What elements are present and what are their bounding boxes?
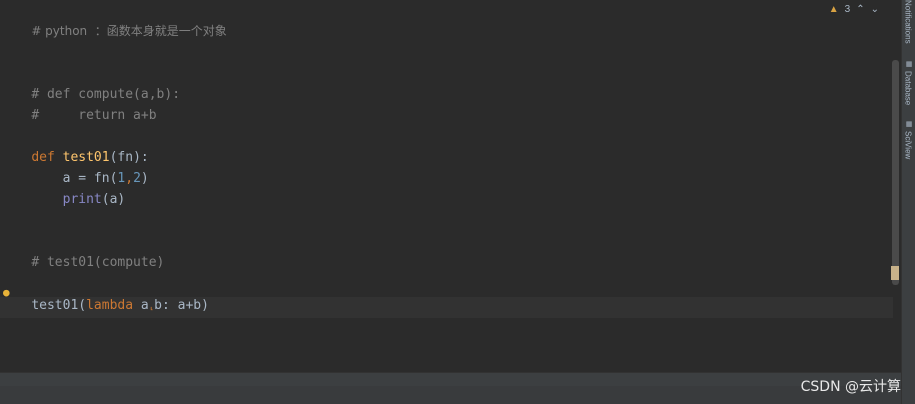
sciview-icon: ▦ bbox=[905, 120, 912, 128]
notifications-label: Notifications bbox=[903, 0, 913, 44]
inspection-widget[interactable]: ▲ 3 ⌃ ⌄ bbox=[829, 2, 879, 18]
chevron-down-icon[interactable]: ⌄ bbox=[871, 2, 879, 18]
code-line-3[interactable]: # return a+b bbox=[0, 84, 156, 123]
code-line-8[interactable]: test01(lambda a⸤b: a+b) bbox=[0, 274, 209, 313]
database-icon: ▦ bbox=[905, 60, 912, 68]
comma: , bbox=[125, 171, 134, 186]
keyword-lambda: lambda bbox=[86, 298, 134, 313]
code-line-7[interactable]: # test01(compute) bbox=[0, 231, 164, 270]
status-bar bbox=[0, 386, 901, 404]
code-line-5[interactable]: a = fn(1,2) bbox=[0, 147, 149, 186]
tool-tab-notifications[interactable]: Notifications bbox=[901, 0, 915, 50]
code-line-1[interactable]: # python ：函数本身就是一个对象 bbox=[0, 0, 226, 38]
code-text: b: a+b) bbox=[154, 298, 209, 313]
code-text: a bbox=[133, 298, 149, 313]
comment-text: # python ：函数本身就是一个对象 bbox=[31, 24, 227, 38]
code-text: ) bbox=[140, 171, 149, 186]
watermark: CSDN @云计算 bbox=[800, 379, 901, 395]
code-editor[interactable]: # python ：函数本身就是一个对象 # def compute(a,b):… bbox=[0, 0, 893, 372]
sciview-label: SciView bbox=[903, 131, 913, 160]
comment-text: # test01(compute) bbox=[31, 255, 165, 270]
number-literal: 2 bbox=[133, 171, 141, 186]
tool-tab-database[interactable]: ▦ Database bbox=[901, 60, 915, 110]
scrollbar-marker[interactable] bbox=[891, 266, 899, 280]
code-text: test01( bbox=[31, 298, 87, 313]
chevron-up-icon[interactable]: ⌃ bbox=[856, 2, 864, 18]
tool-tab-sciview[interactable]: ▦ SciView bbox=[901, 120, 915, 165]
scrollbar-thumb[interactable] bbox=[892, 60, 899, 285]
database-label: Database bbox=[903, 71, 913, 106]
code-line-6[interactable]: print(a) bbox=[0, 168, 126, 207]
warning-count: 3 bbox=[844, 4, 851, 15]
warning-icon: ▲ bbox=[828, 4, 839, 15]
code-line-2[interactable]: # def compute(a,b): bbox=[0, 63, 180, 102]
comment-text: # return a+b bbox=[31, 108, 157, 123]
lightbulb-icon[interactable]: ● bbox=[3, 286, 10, 299]
builtin-print: print bbox=[62, 192, 102, 207]
code-text: (a) bbox=[101, 192, 126, 207]
code-line-4[interactable]: def test01(fn): bbox=[0, 126, 148, 165]
